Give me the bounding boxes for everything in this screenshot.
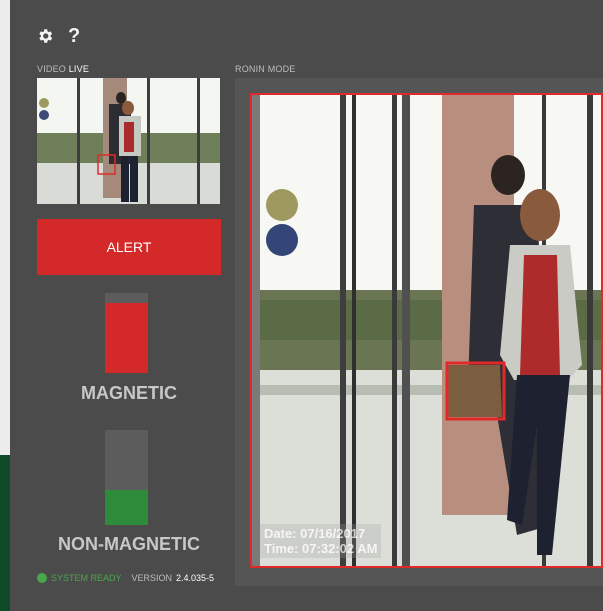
- status-bar: SYSTEM READY VERSION 2.4.035-5: [37, 573, 214, 583]
- version-label: VERSION: [131, 573, 173, 583]
- version-value: 2.4.035-5: [176, 573, 215, 583]
- live-label: LIVE: [68, 64, 90, 74]
- ronin-view-panel: Date: 07/16/2017 Time: 07:32:02 AM: [235, 78, 603, 586]
- gear-icon[interactable]: [36, 27, 54, 45]
- non-magnetic-meter: [105, 430, 148, 525]
- magnetic-meter-fill: [105, 303, 148, 373]
- toolbar: ?: [36, 26, 80, 46]
- video-label: VIDEO LIVE: [37, 64, 89, 74]
- status-indicator-icon: [37, 573, 47, 583]
- mode-label: RONIN MODE: [235, 64, 296, 74]
- non-magnetic-meter-fill: [105, 489, 148, 525]
- time-stamp: Time: 07:32:02 AM: [264, 541, 378, 556]
- timestamp-overlay: Date: 07/16/2017 Time: 07:32:02 AM: [260, 524, 382, 558]
- live-video-thumbnail[interactable]: [37, 78, 220, 204]
- magnetic-meter: [105, 293, 148, 373]
- main-camera-feed[interactable]: Date: 07/16/2017 Time: 07:32:02 AM: [250, 93, 603, 568]
- system-status: SYSTEM READY: [51, 573, 122, 583]
- magnetic-label: MAGNETIC: [81, 383, 177, 403]
- ronin-app-window: ? VIDEO LIVE RONIN MODE ALERT MAGNETIC N…: [10, 0, 603, 611]
- alert-button[interactable]: ALERT: [37, 219, 221, 275]
- video-title: VIDEO: [37, 64, 67, 74]
- non-magnetic-label: NON-MAGNETIC: [58, 534, 200, 554]
- help-button[interactable]: ?: [68, 26, 80, 46]
- date-stamp: Date: 07/16/2017: [264, 526, 366, 541]
